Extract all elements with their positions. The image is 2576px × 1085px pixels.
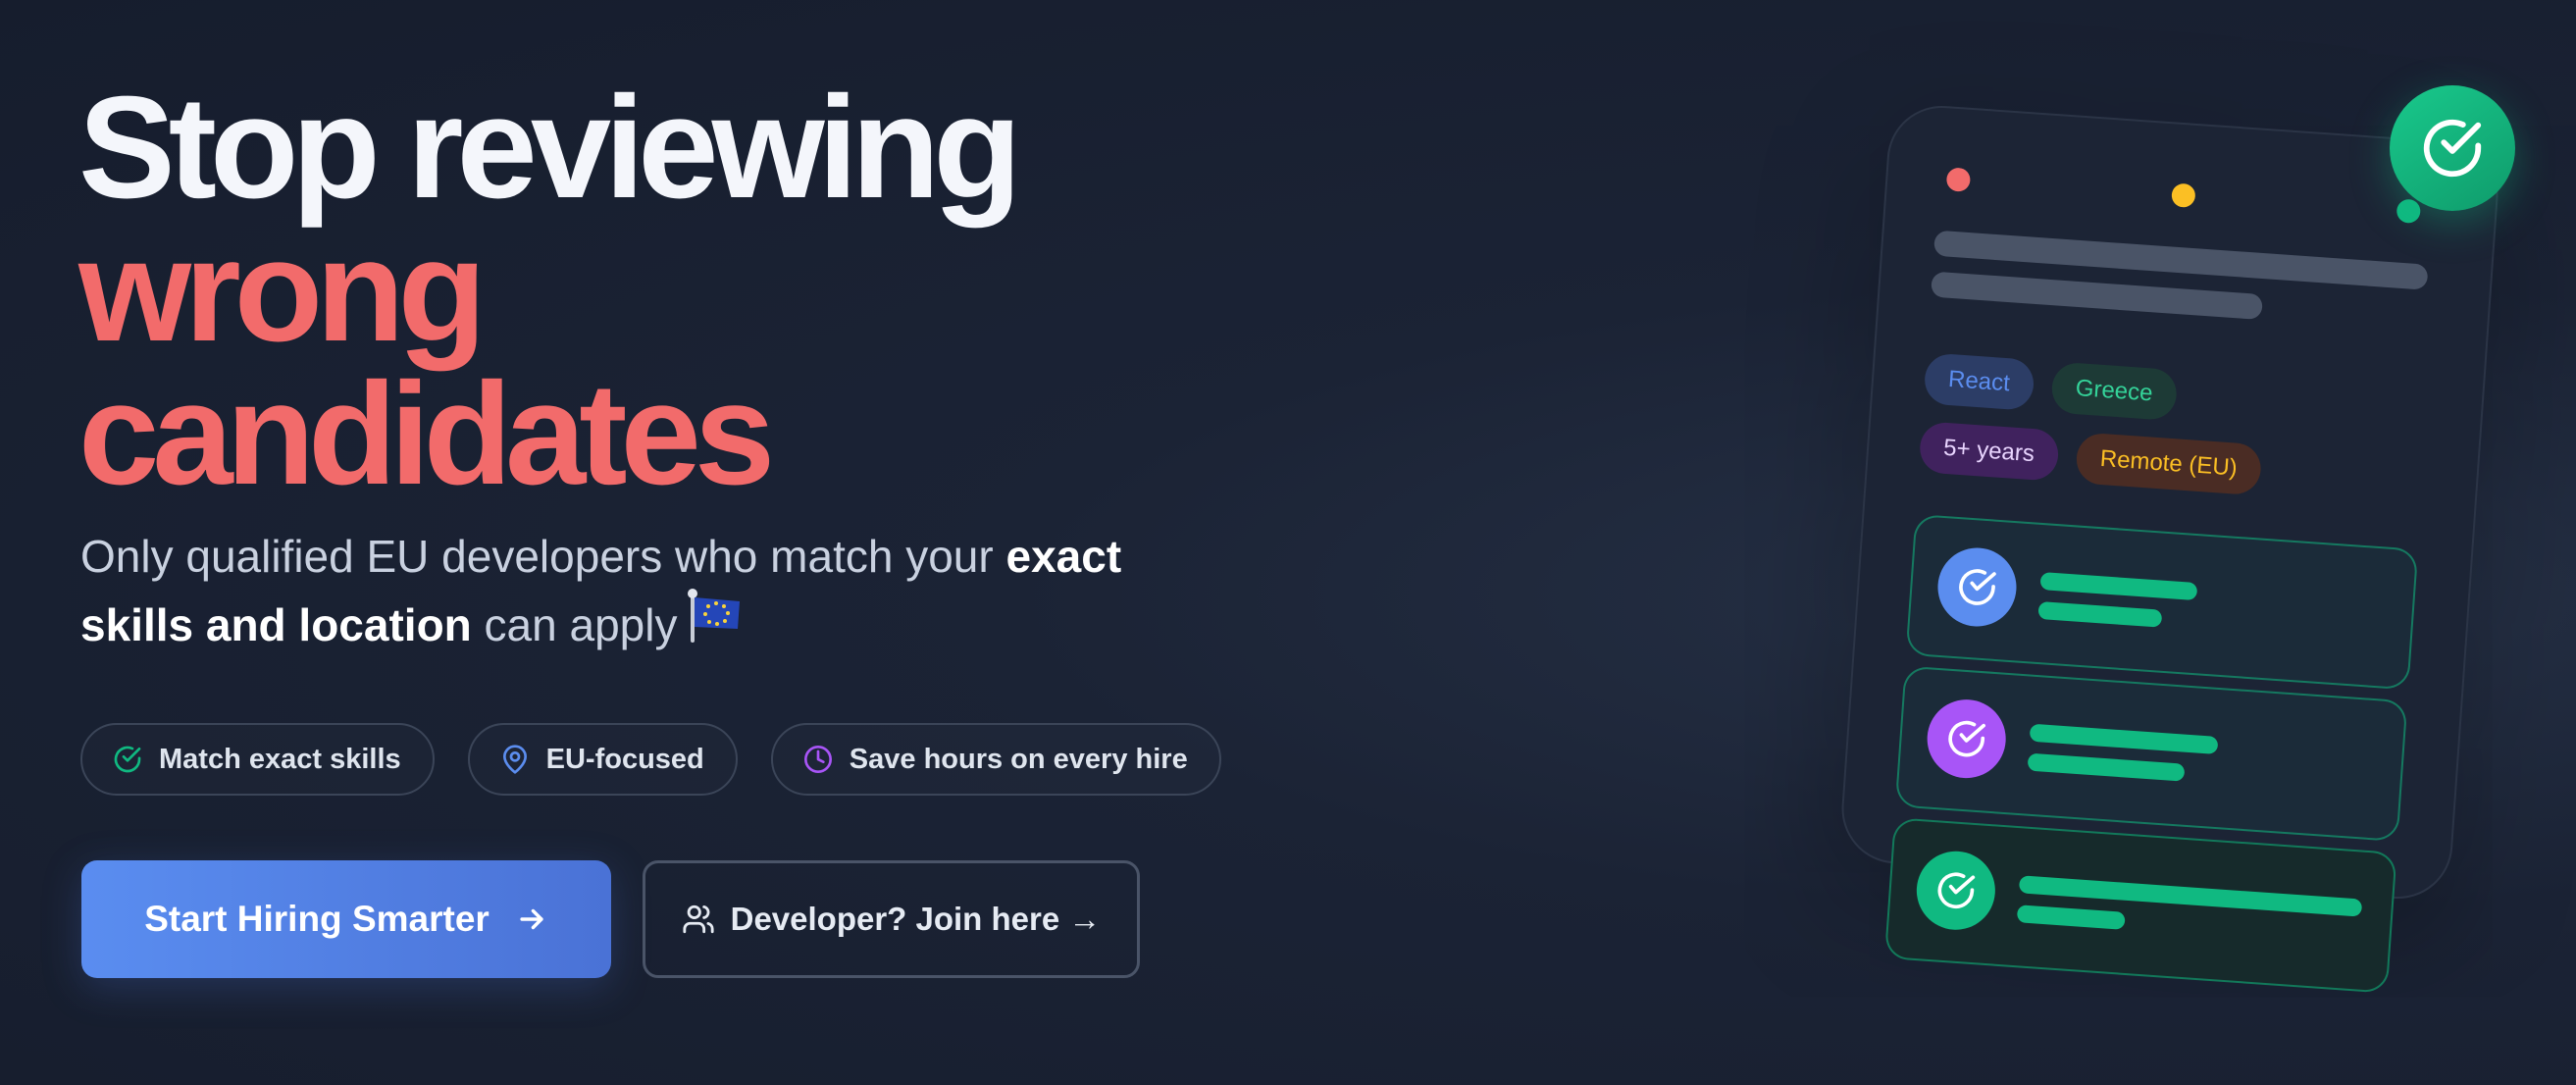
check-circle-icon (1937, 872, 1976, 909)
feature-pill-label: Save hours on every hire (849, 743, 1188, 775)
placeholder-line (2039, 572, 2198, 601)
developer-join-button[interactable]: Developer? Join here → (643, 860, 1140, 978)
location-tag: Greece (2050, 361, 2179, 422)
hero-title-line-2: wrong (78, 210, 487, 372)
subtitle-bold-2: skills and location (80, 599, 472, 650)
placeholder-line (2029, 723, 2219, 754)
start-hiring-label: Start Hiring Smarter (144, 899, 489, 939)
subtitle-bold-1: exact (1005, 531, 1122, 582)
check-circle-icon (114, 746, 141, 773)
verified-badge (2390, 85, 2515, 211)
feature-pill-skills: Match exact skills (80, 723, 435, 796)
candidate-avatar (1914, 849, 1998, 933)
start-hiring-button[interactable]: Start Hiring Smarter (81, 860, 611, 978)
subtitle-text-2: can apply (471, 599, 678, 650)
users-icon (683, 904, 714, 934)
skill-tag: React (1923, 352, 2035, 411)
feature-pills: Match exact skills EU-focused Save hours… (80, 723, 1221, 796)
red-dot (1945, 167, 1972, 192)
check-circle-icon (1959, 569, 1996, 605)
clock-icon (803, 746, 832, 773)
green-dot (2396, 198, 2422, 225)
developer-join-label: Developer? Join here → (730, 901, 1102, 937)
experience-tag: 5+ years (1918, 421, 2060, 482)
profile-card-illustration: React Greece 5+ years Remote (EU) (1825, 83, 2531, 1025)
placeholder-line (2027, 752, 2186, 782)
hero-title: Stop reviewing wrong candidates (78, 67, 1022, 515)
candidate-row (1883, 817, 2397, 994)
placeholder-line (1931, 271, 2264, 321)
hero-title-line-3: candidates (78, 353, 775, 515)
feature-pill-label: Match exact skills (159, 743, 401, 775)
yellow-dot (2171, 182, 2196, 209)
feature-pill-label: EU-focused (545, 743, 704, 775)
eu-flag-icon (685, 588, 744, 660)
check-circle-icon (2423, 119, 2482, 178)
placeholder-line (2037, 600, 2163, 628)
map-pin-icon (502, 745, 527, 774)
feature-pill-eu: EU-focused (467, 723, 738, 796)
hero-subtitle: Only qualified EU developers who match y… (80, 525, 1258, 660)
profile-card: React Greece 5+ years Remote (EU) (1837, 102, 2502, 994)
candidate-row (1894, 665, 2408, 843)
remote-tag: Remote (EU) (2075, 432, 2263, 496)
candidate-avatar (1924, 697, 2009, 781)
subtitle-text-1: Only qualified EU developers who match y… (80, 531, 1006, 582)
hero-title-line-1: Stop reviewing (78, 67, 1022, 229)
feature-pill-time: Save hours on every hire (770, 723, 1221, 796)
arrow-right-icon (520, 908, 543, 930)
candidate-avatar (1934, 544, 2020, 630)
placeholder-line (2016, 904, 2126, 930)
candidate-row (1905, 513, 2419, 691)
check-circle-icon (1948, 720, 1985, 757)
